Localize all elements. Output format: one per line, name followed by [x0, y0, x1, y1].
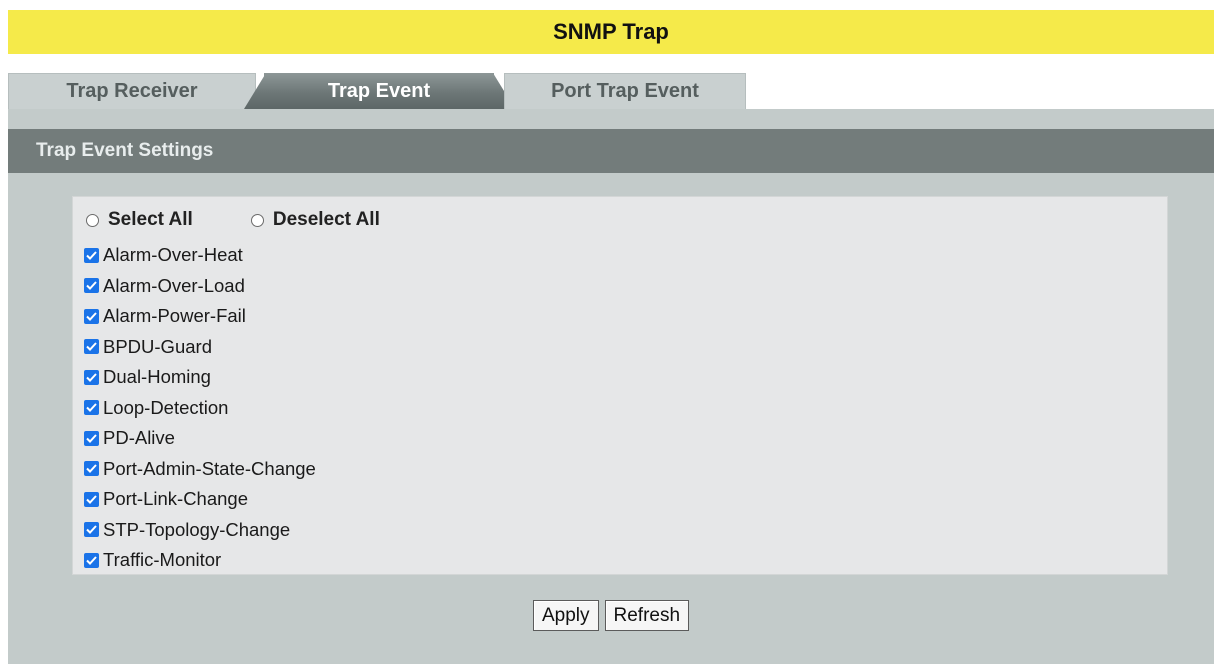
checkbox-checked-icon	[84, 247, 99, 263]
refresh-button[interactable]: Refresh	[604, 600, 690, 631]
event-label: STP-Topology-Change	[103, 518, 291, 540]
checkbox-checked-icon	[84, 400, 99, 416]
section-header: Trap Event Settings	[8, 129, 1214, 173]
event-checkbox-alarm-over-heat[interactable]: Alarm-Over-Heat	[84, 240, 316, 271]
event-label: BPDU-Guard	[103, 335, 212, 357]
event-checkbox-traffic-monitor[interactable]: Traffic-Monitor	[84, 545, 316, 576]
tab-label: Port Trap Event	[551, 80, 699, 102]
action-buttons: Apply Refresh	[8, 600, 1214, 631]
checkbox-checked-icon	[84, 339, 99, 355]
event-checkbox-alarm-over-load[interactable]: Alarm-Over-Load	[84, 271, 316, 302]
select-all-radio[interactable]: Select All	[86, 209, 193, 231]
event-checkbox-alarm-power-fail[interactable]: Alarm-Power-Fail	[84, 301, 316, 332]
event-checkbox-bpdu-guard[interactable]: BPDU-Guard	[84, 332, 316, 363]
checkbox-checked-icon	[84, 430, 99, 446]
tab-port-trap-event[interactable]: Port Trap Event	[504, 73, 746, 109]
event-label: Dual-Homing	[103, 366, 211, 388]
checkbox-checked-icon	[84, 552, 99, 568]
event-label: Alarm-Over-Heat	[103, 244, 243, 266]
select-all-label: Select All	[108, 209, 193, 230]
settings-panel: Trap Event Settings Select All Deselect …	[8, 109, 1214, 664]
checkbox-checked-icon	[84, 461, 99, 477]
deselect-all-radio[interactable]: Deselect All	[250, 209, 380, 231]
page-title-bar: SNMP Trap	[8, 10, 1214, 54]
checkbox-checked-icon	[84, 278, 99, 294]
trap-event-checkbox-list: Alarm-Over-Heat Alarm-Over-Load Alarm-Po…	[84, 240, 316, 576]
event-label: Traffic-Monitor	[103, 549, 222, 571]
tab-trap-receiver[interactable]: Trap Receiver	[8, 73, 256, 109]
tab-label: Trap Receiver	[66, 80, 198, 102]
selection-radio-group: Select All Deselect All	[86, 207, 380, 233]
checkbox-checked-icon	[84, 308, 99, 324]
radio-circle-icon	[86, 213, 99, 227]
deselect-all-label: Deselect All	[272, 209, 380, 230]
tab-label: Trap Event	[327, 79, 431, 102]
event-checkbox-stp-topology-change[interactable]: STP-Topology-Change	[84, 515, 316, 546]
apply-button[interactable]: Apply	[532, 600, 599, 631]
event-label: Port-Link-Change	[103, 488, 248, 510]
checkbox-checked-icon	[84, 369, 99, 385]
event-checkbox-pd-alive[interactable]: PD-Alive	[84, 423, 316, 454]
trap-event-list-box: Select All Deselect All Alarm-Over-Heat …	[72, 196, 1168, 575]
radio-circle-icon	[250, 213, 264, 227]
event-checkbox-dual-homing[interactable]: Dual-Homing	[84, 362, 316, 393]
event-checkbox-port-link-change[interactable]: Port-Link-Change	[84, 484, 316, 515]
section-title: Trap Event Settings	[36, 140, 214, 161]
page-title: SNMP Trap	[553, 19, 669, 44]
tab-trap-event[interactable]: Trap Event	[264, 73, 494, 109]
checkbox-checked-icon	[84, 491, 99, 507]
event-checkbox-loop-detection[interactable]: Loop-Detection	[84, 393, 316, 424]
event-label: PD-Alive	[103, 427, 175, 449]
event-label: Loop-Detection	[103, 396, 229, 418]
event-checkbox-port-admin-state-change[interactable]: Port-Admin-State-Change	[84, 454, 316, 485]
event-label: Alarm-Over-Load	[103, 274, 245, 296]
checkbox-checked-icon	[84, 522, 99, 538]
event-label: Alarm-Power-Fail	[103, 305, 246, 327]
event-label: Port-Admin-State-Change	[103, 457, 316, 479]
